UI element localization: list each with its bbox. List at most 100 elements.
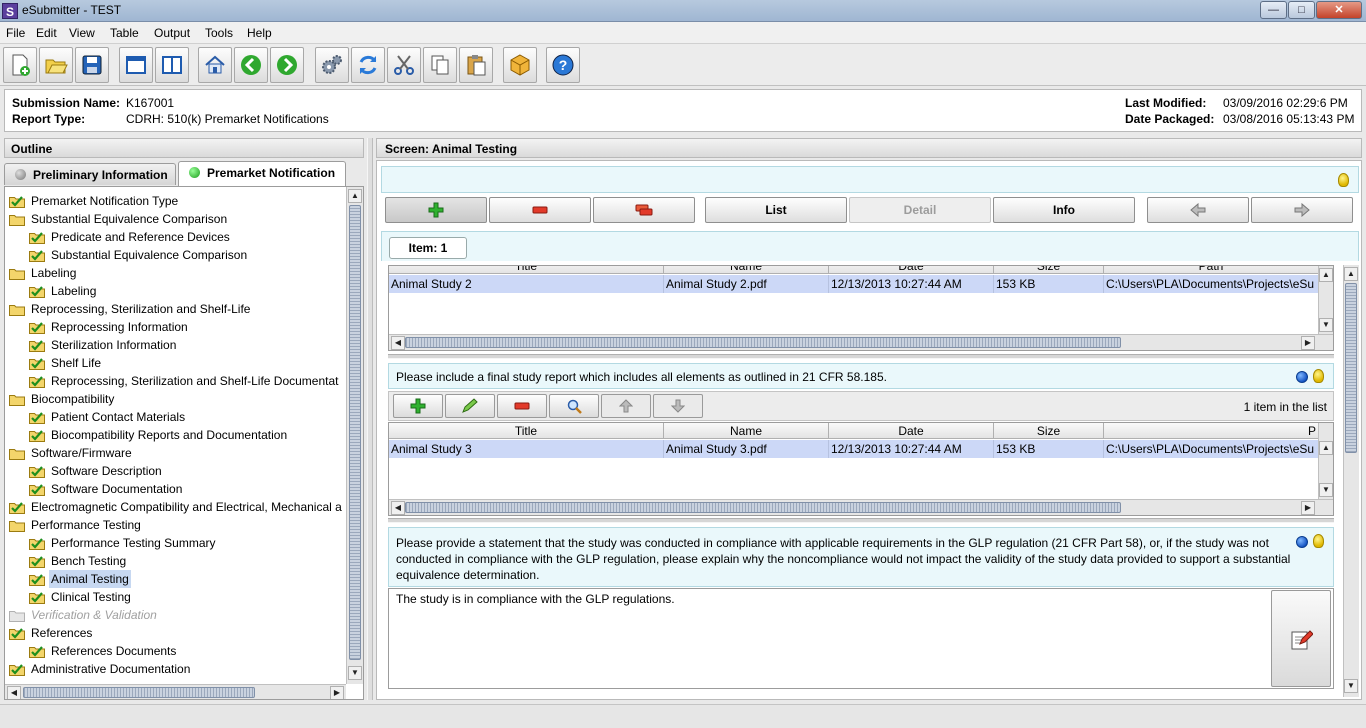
section-divider[interactable]	[388, 354, 1334, 359]
column-header-path[interactable]: P	[1104, 423, 1319, 439]
scroll-down-icon[interactable]: ▼	[1319, 483, 1333, 497]
home-button[interactable]	[198, 47, 232, 83]
help-button[interactable]: ?	[546, 47, 580, 83]
add-item-button[interactable]	[385, 197, 487, 223]
grid2-move-up-button[interactable]	[601, 394, 651, 418]
save-button[interactable]	[75, 47, 109, 83]
panel-splitter[interactable]	[367, 138, 373, 700]
cell-name[interactable]: Animal Study 2.pdf	[664, 275, 829, 293]
cell-date[interactable]: 12/13/2013 10:27:44 AM	[829, 275, 994, 293]
cell-path[interactable]: C:\Users\PLA\Documents\Projects\eSu	[1104, 275, 1319, 293]
single-window-button[interactable]	[119, 47, 153, 83]
menu-file[interactable]: File	[6, 26, 25, 40]
scroll-thumb[interactable]	[405, 502, 1121, 513]
split-window-button[interactable]	[155, 47, 189, 83]
maximize-button[interactable]: □	[1288, 1, 1315, 19]
grid1-horizontal-scrollbar[interactable]: ◀ ▶	[389, 334, 1333, 350]
column-header-name[interactable]: Name	[664, 423, 829, 439]
forward-button[interactable]	[270, 47, 304, 83]
list-button[interactable]: List	[705, 197, 847, 223]
scroll-up-icon[interactable]: ▲	[348, 189, 362, 203]
menu-view[interactable]: View	[69, 26, 95, 40]
column-header-title[interactable]: Title	[389, 423, 664, 439]
menu-table[interactable]: Table	[110, 26, 139, 40]
scroll-down-icon[interactable]: ▼	[348, 666, 362, 680]
back-button[interactable]	[234, 47, 268, 83]
grid2-move-down-button[interactable]	[653, 394, 703, 418]
menu-edit[interactable]: Edit	[36, 26, 57, 40]
column-header-size[interactable]: Size	[994, 423, 1104, 439]
tab-premarket-notification[interactable]: Premarket Notification	[178, 161, 346, 186]
grid2-horizontal-scrollbar[interactable]: ◀ ▶	[389, 499, 1333, 515]
column-header-size[interactable]: Size	[994, 266, 1104, 274]
hint-lightbulb-icon[interactable]	[1313, 534, 1324, 548]
scroll-thumb[interactable]	[23, 687, 255, 698]
scroll-up-icon[interactable]: ▲	[1319, 268, 1333, 282]
minimize-button[interactable]: —	[1260, 1, 1287, 19]
menu-tools[interactable]: Tools	[205, 26, 233, 40]
grid2-vertical-scrollbar[interactable]: ▲ ▼	[1318, 423, 1333, 499]
last-modified-label: Last Modified:	[1125, 96, 1207, 110]
grid2-remove-button[interactable]	[497, 394, 547, 418]
duplicate-item-button[interactable]	[593, 197, 695, 223]
scroll-left-icon[interactable]: ◀	[391, 336, 405, 350]
remove-item-button[interactable]	[489, 197, 591, 223]
column-header-title[interactable]: Title	[389, 266, 664, 274]
previous-item-button[interactable]	[1147, 197, 1249, 223]
open-folder-button[interactable]	[39, 47, 73, 83]
column-header-path[interactable]: Path	[1104, 266, 1319, 274]
item-tab[interactable]: Item: 1	[389, 237, 467, 259]
new-document-button[interactable]	[3, 47, 37, 83]
edit-text-button[interactable]	[1271, 590, 1331, 687]
cut-button[interactable]	[387, 47, 421, 83]
cell-title[interactable]: Animal Study 2	[389, 275, 664, 293]
scroll-right-icon[interactable]: ▶	[1301, 501, 1315, 515]
hint-lightbulb-icon[interactable]	[1338, 173, 1349, 187]
package-button[interactable]	[503, 47, 537, 83]
cell-name[interactable]: Animal Study 3.pdf	[664, 440, 829, 458]
info-button[interactable]: Info	[993, 197, 1135, 223]
scroll-thumb[interactable]	[349, 205, 361, 660]
close-window-button[interactable]: ✕	[1316, 1, 1362, 19]
scroll-down-icon[interactable]: ▼	[1319, 318, 1333, 332]
grid2-add-button[interactable]	[393, 394, 443, 418]
scroll-down-icon[interactable]: ▼	[1344, 679, 1358, 693]
scroll-left-icon[interactable]: ◀	[7, 686, 21, 699]
grid2-view-button[interactable]	[549, 394, 599, 418]
grid2-edit-button[interactable]	[445, 394, 495, 418]
hint-lightbulb-icon[interactable]	[1313, 369, 1324, 383]
cell-size[interactable]: 153 KB	[994, 275, 1104, 293]
grid1-vertical-scrollbar[interactable]: ▲ ▼	[1318, 266, 1333, 334]
column-header-date[interactable]: Date	[829, 423, 994, 439]
next-item-button[interactable]	[1251, 197, 1353, 223]
screen-vertical-scrollbar[interactable]: ▲ ▼	[1343, 265, 1359, 697]
scroll-up-icon[interactable]: ▲	[1319, 441, 1333, 455]
tab-preliminary-information[interactable]: Preliminary Information	[4, 163, 176, 185]
scroll-thumb[interactable]	[405, 337, 1121, 348]
column-header-name[interactable]: Name	[664, 266, 829, 274]
paste-button[interactable]	[459, 47, 493, 83]
scroll-up-icon[interactable]: ▲	[1344, 267, 1358, 281]
info-dot-icon[interactable]	[1296, 371, 1308, 383]
section-divider[interactable]	[388, 518, 1334, 523]
scroll-thumb[interactable]	[1345, 283, 1357, 453]
copy-button[interactable]	[423, 47, 457, 83]
tree-horizontal-scrollbar[interactable]: ◀ ▶	[5, 684, 346, 699]
outline-tree: Premarket Notification Type Substantial E…	[4, 186, 364, 700]
detail-button[interactable]: Detail	[849, 197, 991, 223]
scroll-right-icon[interactable]: ▶	[330, 686, 344, 699]
menu-help[interactable]: Help	[247, 26, 272, 40]
scroll-left-icon[interactable]: ◀	[391, 501, 405, 515]
column-header-date[interactable]: Date	[829, 266, 994, 274]
scroll-right-icon[interactable]: ▶	[1301, 336, 1315, 350]
tree-vertical-scrollbar[interactable]: ▲ ▼	[346, 187, 363, 684]
answer-2-textarea[interactable]: The study is in compliance with the GLP …	[388, 588, 1334, 689]
info-dot-icon[interactable]	[1296, 536, 1308, 548]
refresh-button[interactable]	[351, 47, 385, 83]
cell-path[interactable]: C:\Users\PLA\Documents\Projects\eSu	[1104, 440, 1319, 458]
menu-output[interactable]: Output	[154, 26, 190, 40]
cell-date[interactable]: 12/13/2013 10:27:44 AM	[829, 440, 994, 458]
cell-title[interactable]: Animal Study 3	[389, 440, 664, 458]
settings-button[interactable]	[315, 47, 349, 83]
cell-size[interactable]: 153 KB	[994, 440, 1104, 458]
